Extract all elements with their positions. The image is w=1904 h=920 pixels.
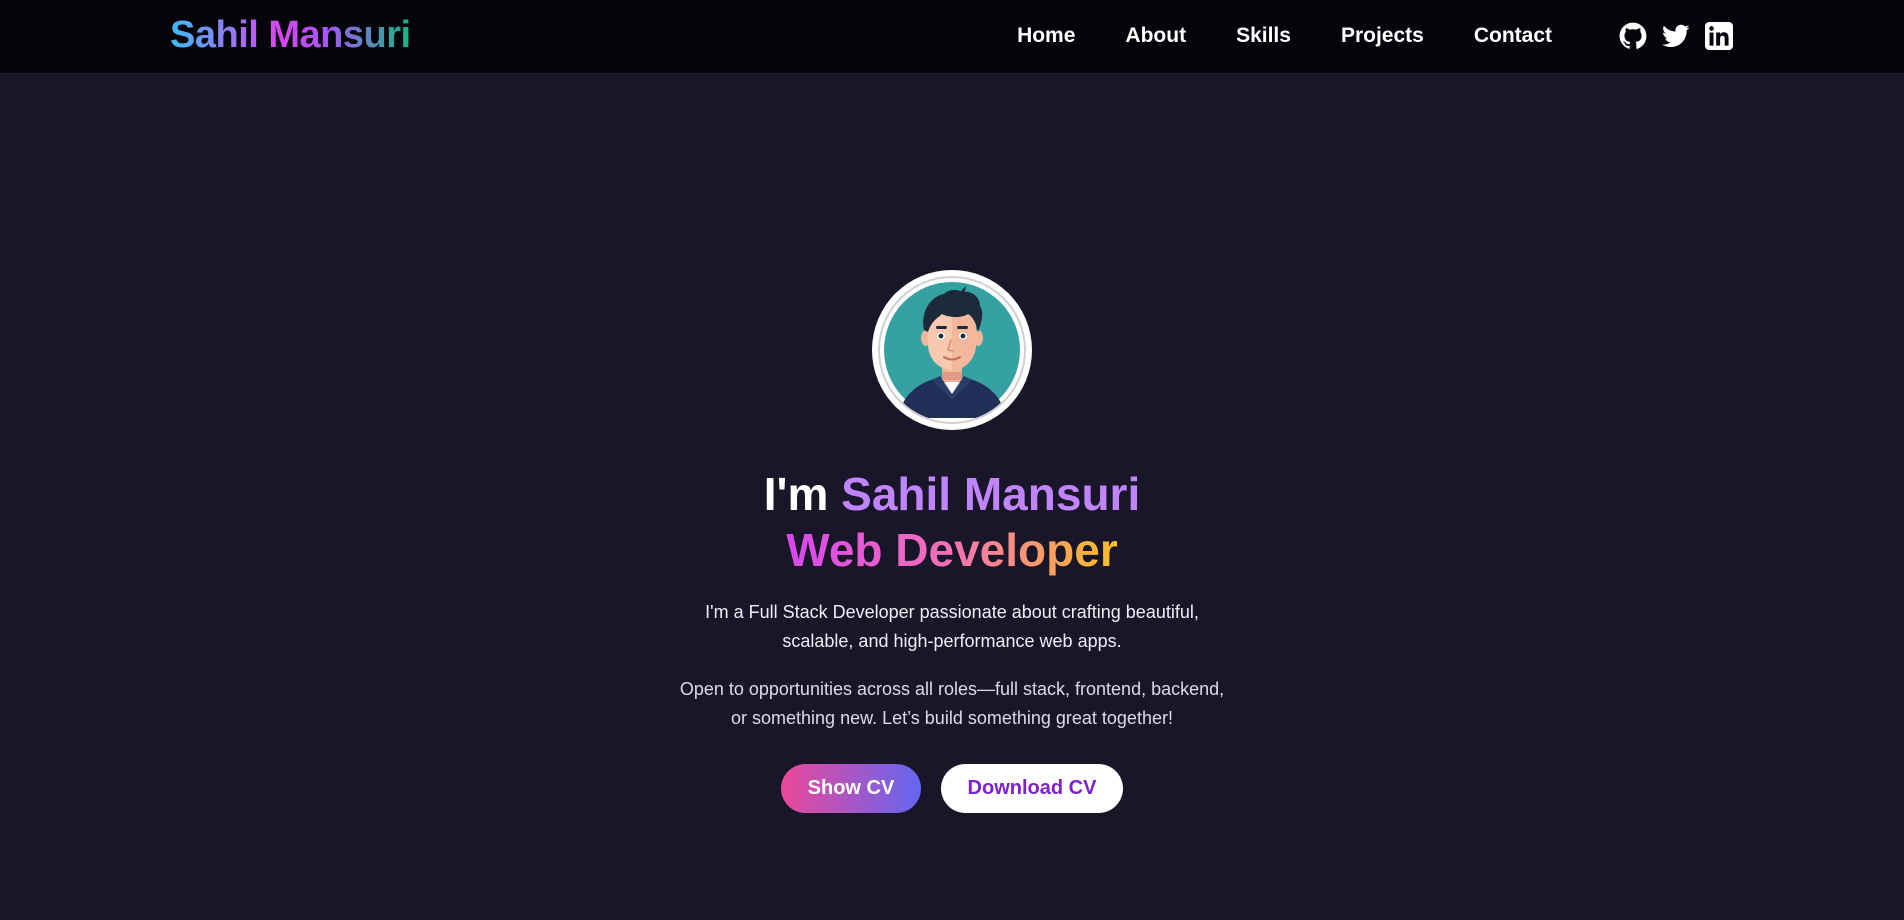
hero-greeting: I'm [763,468,829,520]
nav-link-home[interactable]: Home [1017,24,1075,48]
nav-link-contact[interactable]: Contact [1474,24,1552,48]
hero-name: Sahil Mansuri [841,468,1141,520]
nav-link-about[interactable]: About [1125,24,1186,48]
hero-role: Web Developer [786,524,1118,576]
show-cv-button[interactable]: Show CV [781,764,921,813]
hero-headline: I'm Sahil Mansuri [764,466,1140,522]
avatar-illustration [884,282,1020,418]
hero-intro: I'm a Full Stack Developer passionate ab… [705,602,1199,651]
github-icon[interactable] [1619,22,1647,50]
navbar: Sahil Mansuri Home About Skills Projects… [0,0,1904,74]
twitter-icon[interactable] [1662,22,1690,50]
avatar [872,270,1032,430]
hero-buttons: Show CV Download CV [781,764,1123,813]
nav-link-projects[interactable]: Projects [1341,24,1424,48]
nav-links: Home About Skills Projects Contact [1017,24,1552,48]
download-cv-button[interactable]: Download CV [941,764,1123,813]
nav-link-skills[interactable]: Skills [1236,24,1291,48]
hero-section: I'm Sahil Mansuri Web Developer I'm a Fu… [0,270,1904,813]
brand-logo[interactable]: Sahil Mansuri [170,14,411,57]
linkedin-icon[interactable] [1705,22,1733,50]
avatar-frame [878,276,1026,424]
social-links [1619,22,1733,50]
hero-availability: Open to opportunities across all roles—f… [679,679,1225,728]
